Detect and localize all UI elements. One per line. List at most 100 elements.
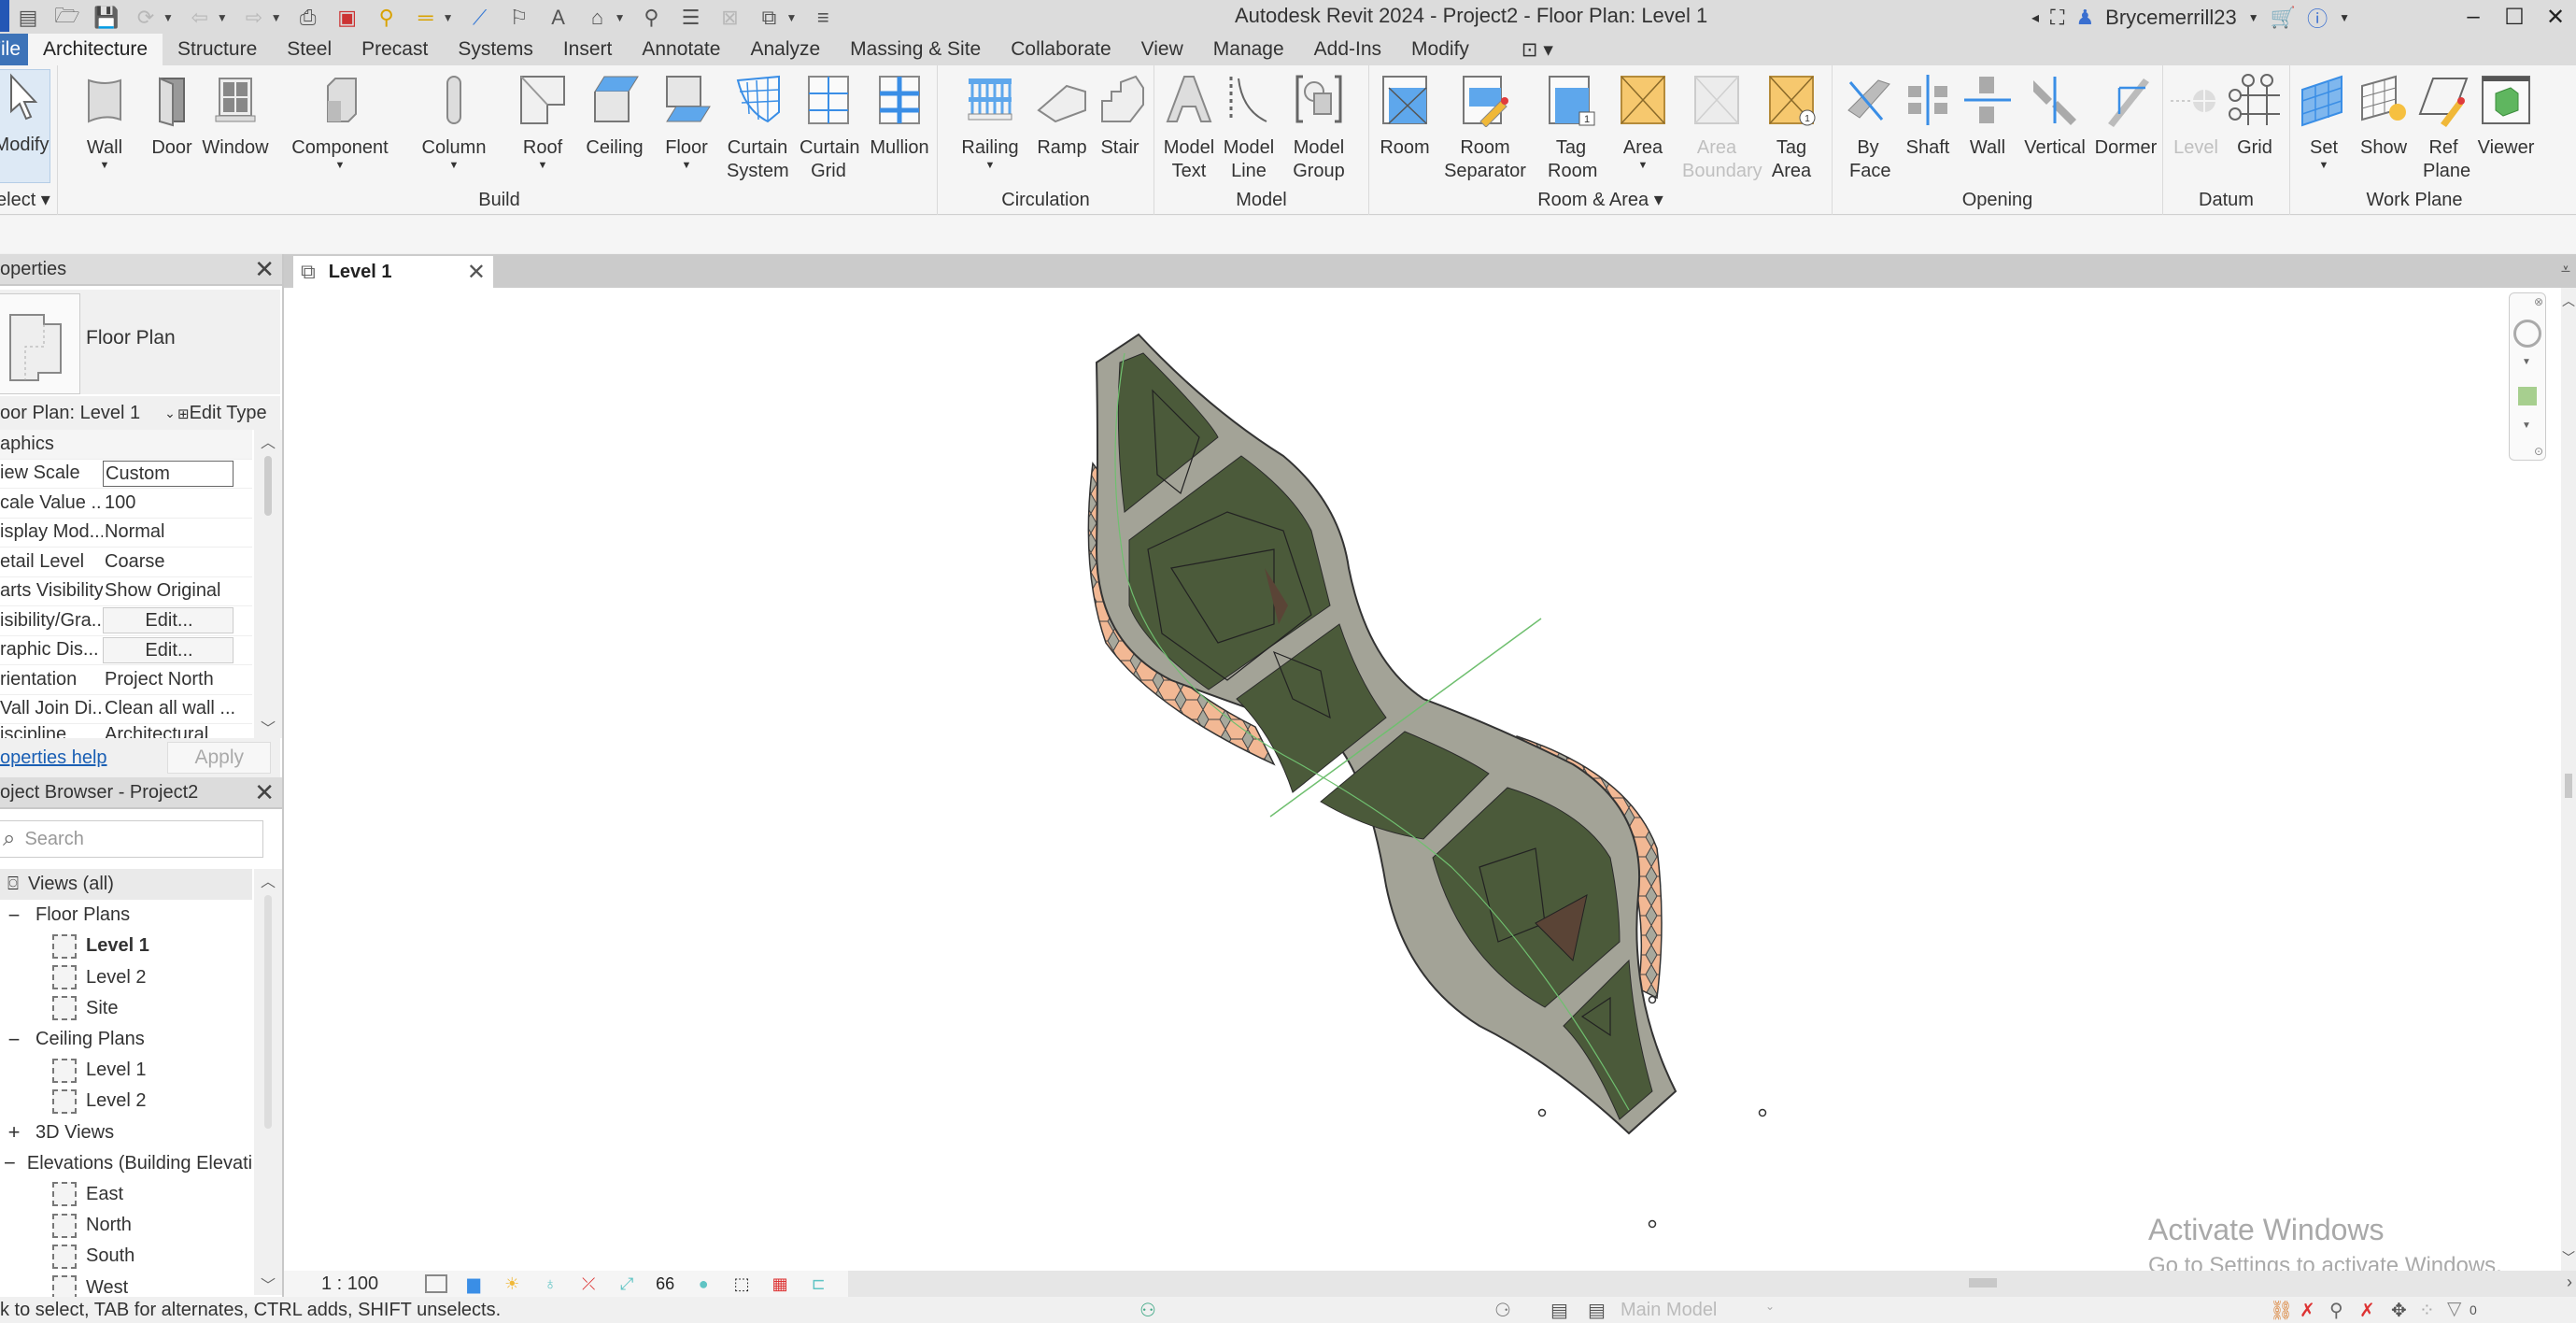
app-menu-button[interactable] — [0, 0, 9, 32]
view-horizontal-scrollbar[interactable]: › — [848, 1271, 2576, 1297]
tool-mullion[interactable]: Mullion — [863, 73, 936, 160]
collapse-icon[interactable]: − — [4, 903, 24, 928]
tree-item-south[interactable]: South — [0, 1241, 252, 1272]
tab-massing-site[interactable]: Massing & Site — [835, 34, 996, 65]
tree-item-floor-level-1[interactable]: Level 1 — [0, 931, 252, 961]
browser-search-input[interactable]: ⌕ Search — [0, 820, 263, 858]
close-navbar-icon[interactable]: ⊗ — [2534, 295, 2543, 308]
background-processes-icon[interactable]: ⁘ — [2419, 1299, 2435, 1322]
scroll-up-icon[interactable]: ︿ — [254, 430, 282, 452]
tool-ref-plane[interactable]: Ref Plane — [2413, 73, 2473, 183]
view-scale-field[interactable]: Custom — [103, 460, 234, 487]
scroll-down-icon[interactable]: ﹀ — [254, 716, 282, 738]
filter-icon[interactable]: ▽ — [2447, 1297, 2461, 1320]
properties-scrollbar[interactable]: ︿ ﹀ — [254, 430, 282, 738]
tool-component[interactable]: Component ▼ — [286, 73, 394, 171]
pdf-icon[interactable]: ▣ — [334, 5, 361, 31]
text-icon[interactable]: A — [545, 5, 572, 31]
tool-roof[interactable]: Roof ▼ — [510, 73, 575, 171]
properties-help-link[interactable]: operties help — [0, 747, 107, 769]
tool-viewer[interactable]: Viewer — [2473, 73, 2539, 160]
drawing-canvas[interactable]: Activate Windows Go to Settings to activ… — [284, 288, 2561, 1271]
tool-curtain-system[interactable]: Curtain System — [721, 73, 794, 183]
tab-add-ins[interactable]: Add-Ins — [1299, 34, 1396, 65]
tool-room[interactable]: Room — [1375, 73, 1435, 160]
browser-scrollbar[interactable]: ︿ ﹀ — [254, 869, 282, 1295]
tag-icon[interactable]: ⚐ — [506, 5, 532, 31]
tool-ramp[interactable]: Ramp — [1031, 73, 1093, 160]
navbar-options-icon[interactable]: ⊙ — [2534, 445, 2543, 458]
minimize-icon[interactable]: – — [2453, 4, 2494, 30]
zoom-dropdown-icon[interactable]: ▼ — [2522, 420, 2531, 431]
tool-model-line[interactable]: Model Line — [1220, 73, 1278, 183]
tool-column[interactable]: Column ▼ — [409, 73, 499, 171]
tool-stair[interactable]: Stair — [1091, 73, 1149, 160]
undo-dropdown[interactable]: ▼ — [217, 11, 228, 24]
close-icon[interactable]: ✕ — [2535, 4, 2576, 31]
prop-value[interactable]: Show Original — [103, 580, 252, 602]
tree-group-3d-views[interactable]: +3D Views — [0, 1117, 252, 1148]
tab-insert[interactable]: Insert — [548, 34, 628, 65]
prop-value[interactable]: 100 — [103, 492, 252, 514]
switch-windows-dropdown[interactable]: ▼ — [786, 11, 797, 24]
select-by-face-icon[interactable]: ✗ — [2359, 1299, 2375, 1322]
zoom-region-icon[interactable] — [2518, 387, 2537, 405]
3d-view-icon[interactable]: ⌂ — [585, 5, 611, 31]
save-icon[interactable]: 💾 — [93, 5, 120, 31]
tool-vertical[interactable]: Vertical — [2019, 73, 2090, 160]
sun-path-icon[interactable]: ☀ — [500, 1273, 524, 1295]
steering-wheel-2d-icon[interactable] — [2513, 320, 2541, 348]
crop-view-icon[interactable]: ⤫ — [576, 1273, 601, 1295]
maximize-icon[interactable]: ☐ — [2494, 4, 2535, 31]
tab-precast[interactable]: Precast — [347, 34, 443, 65]
analytical-model-icon[interactable]: ⊏ — [806, 1273, 830, 1295]
worksets-icon[interactable]: ⚇ — [1139, 1299, 1156, 1322]
tool-show[interactable]: Show — [2354, 73, 2413, 160]
select-pinned-icon[interactable]: ⚲ — [2329, 1299, 2343, 1322]
tool-door[interactable]: Door — [142, 73, 202, 160]
reveal-hidden-icon[interactable]: ● — [691, 1273, 715, 1295]
tree-item-ceiling-level-2[interactable]: Level 2 — [0, 1086, 252, 1117]
group-graphics[interactable]: aphics — [0, 430, 252, 460]
tool-area[interactable]: Area ▼ — [1612, 73, 1674, 171]
tab-menu-icon[interactable]: ⩡ — [2561, 260, 2570, 279]
collapse-icon[interactable]: − — [4, 1028, 24, 1052]
wheel-dropdown-icon[interactable]: ▼ — [2522, 357, 2531, 367]
tool-shaft[interactable]: Shaft — [1898, 73, 1958, 160]
apply-button[interactable]: Apply — [167, 742, 271, 774]
tab-architecture[interactable]: Architecture — [28, 34, 163, 65]
prop-value[interactable]: Clean all wall ... — [103, 698, 252, 719]
drag-on-selection-icon[interactable]: ✥ — [2391, 1299, 2407, 1322]
tree-item-site[interactable]: Site — [0, 993, 252, 1024]
tool-window[interactable]: Window — [196, 73, 275, 160]
edit-type-button[interactable]: ⊞Edit Type — [177, 396, 267, 432]
tool-tag-area[interactable]: 1 Tag Area — [1758, 73, 1825, 183]
graphic-display-edit-button[interactable]: Edit... — [103, 636, 234, 663]
tab-systems[interactable]: Systems — [443, 34, 548, 65]
tool-wall[interactable]: Wall ▼ — [71, 73, 138, 171]
temporary-view-properties-icon[interactable]: ⬚ — [729, 1273, 754, 1295]
tool-ceiling[interactable]: Ceiling — [577, 73, 652, 160]
measure-dropdown[interactable]: ▼ — [443, 11, 454, 24]
scroll-thumb[interactable] — [264, 456, 272, 516]
scroll-thumb[interactable] — [2565, 774, 2572, 798]
tab-collaborate[interactable]: Collaborate — [996, 34, 1125, 65]
sync-icon[interactable]: ⟳ — [133, 5, 159, 31]
elevation-marker-icon[interactable] — [1758, 1108, 1767, 1117]
redo-dropdown[interactable]: ▼ — [271, 11, 282, 24]
scroll-up-icon[interactable]: ︿ — [2561, 292, 2576, 310]
collapse-icon[interactable]: − — [4, 1151, 16, 1175]
tab-annotate[interactable]: Annotate — [627, 34, 735, 65]
scroll-right-icon[interactable]: › — [2567, 1273, 2572, 1292]
tree-item-east[interactable]: East — [0, 1179, 252, 1210]
tool-floor[interactable]: Floor ▼ — [652, 73, 721, 171]
tool-opening-wall[interactable]: Wall — [1960, 73, 2016, 160]
tool-grid[interactable]: Grid — [2227, 73, 2283, 160]
tool-room-separator[interactable]: Room Separator — [1437, 73, 1534, 183]
section-icon[interactable]: ⚲ — [638, 5, 664, 31]
chevron-left-icon[interactable]: ◂ — [2031, 8, 2039, 27]
close-tab-icon[interactable]: ✕ — [467, 259, 486, 286]
close-icon[interactable]: ✕ — [254, 255, 275, 284]
scroll-thumb[interactable] — [264, 895, 272, 1129]
user-icon[interactable]: ♟ — [2075, 6, 2094, 30]
